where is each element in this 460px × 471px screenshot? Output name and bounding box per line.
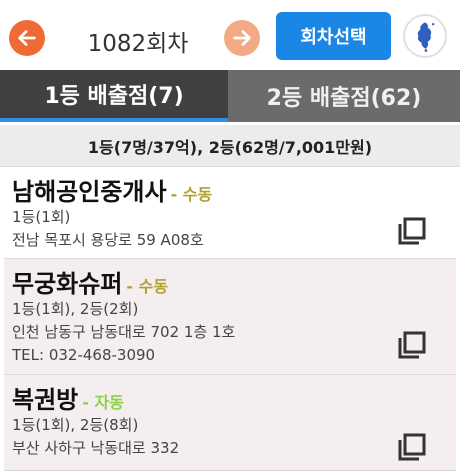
tab-first-prize[interactable]: 1등 배출점(7)	[0, 70, 228, 122]
store-name: 남해공인중개사	[12, 178, 167, 206]
copy-icon[interactable]	[396, 215, 428, 247]
store-address: 인천 남동구 남동대로 702 1층 1호	[12, 323, 236, 341]
winner-summary: 1등(7명/37억), 2등(62명/7,001만원)	[0, 125, 460, 167]
store-name: 복권방	[12, 386, 79, 414]
store-item[interactable]: 복권방 - 자동 1등(1회), 2등(8회) 부산 사하구 낙동대로 332	[4, 375, 456, 471]
tab-second-prize[interactable]: 2등 배출점(62)	[228, 70, 460, 122]
next-round-button[interactable]	[224, 20, 260, 56]
store-item[interactable]: 무궁화슈퍼 - 수동 1등(1회), 2등(2회) 인천 남동구 남동대로 70…	[4, 259, 456, 375]
store-wins: 1등(1회)	[12, 208, 71, 226]
round-select-button[interactable]: 회차선택	[276, 12, 391, 60]
store-address: 전남 목포시 용당로 59 A08호	[12, 231, 204, 249]
top-bar: 1082회차 회차선택	[0, 0, 460, 70]
arrow-right-icon	[233, 30, 251, 46]
store-type: - 수동	[170, 185, 213, 204]
korea-unification-flag-icon[interactable]	[403, 14, 447, 58]
copy-icon[interactable]	[396, 431, 428, 463]
store-wins: 1등(1회), 2등(2회)	[12, 300, 139, 318]
arrow-left-icon	[18, 30, 36, 46]
store-type: - 자동	[82, 393, 124, 412]
store-list: 남해공인중개사 - 수동 1등(1회) 전남 목포시 용당로 59 A08호 무…	[4, 167, 456, 471]
prev-round-button[interactable]	[9, 20, 45, 56]
store-name: 무궁화슈퍼	[12, 270, 123, 298]
store-type: - 수동	[126, 277, 169, 296]
round-title: 1082회차	[87, 31, 189, 57]
copy-icon[interactable]	[396, 329, 428, 361]
store-phone[interactable]: TEL: 032-468-3090	[12, 344, 450, 367]
store-wins: 1등(1회), 2등(8회)	[12, 416, 139, 434]
store-item[interactable]: 남해공인중개사 - 수동 1등(1회) 전남 목포시 용당로 59 A08호	[4, 167, 456, 259]
store-address: 부산 사하구 낙동대로 332	[12, 439, 180, 457]
tab-bar: 1등 배출점(7) 2등 배출점(62)	[0, 70, 460, 122]
